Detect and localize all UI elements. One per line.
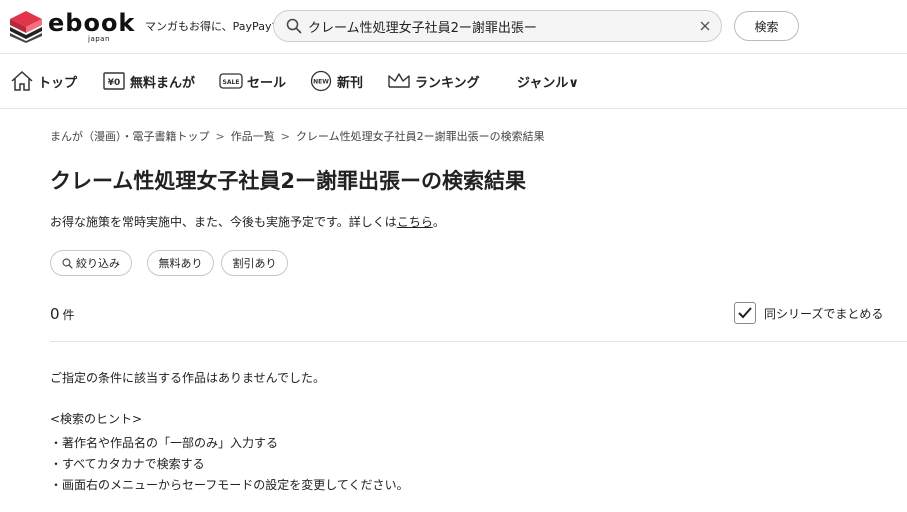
nav-item-sale[interactable]: SALE セール	[219, 69, 286, 93]
site-header: ebook japan マンガもお得に、PayPayで 検索	[0, 0, 907, 54]
home-icon	[11, 70, 33, 91]
search-hint-item: ・著作名や作品名の「一部のみ」入力する	[50, 436, 279, 450]
nav-item-genre[interactable]: ジャンル∨	[517, 69, 579, 93]
logo-subtext: japan	[88, 35, 110, 43]
narrow-filter-button[interactable]: 絞り込み	[50, 250, 132, 276]
svg-text:¥0: ¥0	[108, 78, 121, 88]
nav-item-ranking[interactable]: ランキング	[387, 69, 480, 93]
logo-wordmark: ebook	[48, 9, 136, 37]
svg-text:SALE: SALE	[223, 79, 240, 86]
book-stack-icon	[10, 11, 42, 43]
group-series-checkbox[interactable]	[734, 302, 756, 324]
nav-label-sale: セール	[247, 75, 287, 91]
checkmark-icon	[738, 307, 752, 319]
notice-text: お得な施策を常時実施中、また、今後も実施予定です。詳しくは	[50, 215, 397, 229]
result-count-unit: 件	[62, 308, 75, 322]
nav-label-ranking: ランキング	[415, 75, 480, 91]
search-icon	[286, 18, 302, 34]
nav-label-free: 無料まんが	[130, 75, 196, 91]
breadcrumb: まんが（漫画）・電子書籍トップ > 作品一覧 > クレーム性処理女子社員2ー謝罪出張ーの…	[50, 128, 545, 144]
breadcrumb-separator: >	[215, 130, 225, 143]
notice-link[interactable]: こちら	[397, 215, 433, 229]
search-button[interactable]: 検索	[734, 11, 799, 41]
title-keyword: クレーム性処理女子社員2ー謝罪出張ー	[50, 169, 421, 193]
breadcrumb-item-top[interactable]: まんが（漫画）・電子書籍トップ	[50, 130, 210, 143]
nav-item-new[interactable]: NEW 新刊	[309, 69, 363, 93]
breadcrumb-separator: >	[280, 130, 290, 143]
ebook-logo[interactable]: ebook japan	[8, 9, 138, 43]
search-hint-item: ・すべてカタカナで検索する	[50, 457, 205, 471]
title-suffix: の検索結果	[420, 169, 526, 193]
result-count-value: 0	[50, 305, 60, 323]
search-icon	[62, 257, 73, 269]
crown-icon	[388, 73, 410, 88]
search-hint-item: ・画面右のメニューからセーフモードの設定を変更してください。	[50, 478, 409, 492]
nav-label-top: トップ	[38, 75, 78, 91]
nav-label-genre: ジャンル∨	[517, 75, 579, 91]
group-series-label: 同シリーズでまとめる	[764, 306, 884, 321]
campaign-notice: お得な施策を常時実施中、また、今後も実施予定です。詳しくはこちら。	[50, 213, 445, 230]
search-box	[273, 10, 722, 42]
nav-label-new: 新刊	[337, 75, 364, 91]
sale-tag-icon: SALE	[219, 73, 243, 89]
free-filter-chip[interactable]: 無料あり	[147, 250, 214, 276]
svg-text:NEW: NEW	[313, 79, 329, 86]
breadcrumb-item-current: クレーム性処理女子社員2ー謝罪出張ーの検索結果	[295, 130, 545, 143]
breadcrumb-item-list[interactable]: 作品一覧	[231, 130, 275, 143]
nav-item-top[interactable]: トップ	[10, 69, 77, 93]
search-hint-list: ・著作名や作品名の「一部のみ」入力する ・すべてカタカナで検索する ・画面右のメ…	[50, 434, 409, 497]
result-count: 0件	[50, 305, 75, 323]
header-tagline: マンガもお得に、PayPayで	[145, 20, 283, 33]
nav-item-free[interactable]: ¥0 無料まんが	[102, 69, 195, 93]
search-input[interactable]	[308, 11, 688, 41]
no-results-message: ご指定の条件に該当する作品はありませんでした。	[50, 371, 326, 385]
group-series-toggle[interactable]: 同シリーズでまとめる	[734, 302, 883, 324]
free-yen-icon: ¥0	[103, 72, 125, 90]
results-divider	[50, 341, 907, 342]
clear-icon[interactable]	[698, 19, 712, 33]
notice-end: 。	[432, 215, 445, 229]
main-nav: トップ ¥0 無料まんが SALE セール NEW 新刊 ランキング ジャンル∨	[0, 55, 907, 109]
narrow-filter-label: 絞り込み	[76, 257, 120, 270]
page-title: クレーム性処理女子社員2ー謝罪出張ーの検索結果	[50, 165, 526, 195]
discount-filter-chip[interactable]: 割引あり	[221, 250, 288, 276]
search-hint-title: <検索のヒント>	[50, 412, 143, 426]
new-badge-icon: NEW	[310, 70, 332, 92]
